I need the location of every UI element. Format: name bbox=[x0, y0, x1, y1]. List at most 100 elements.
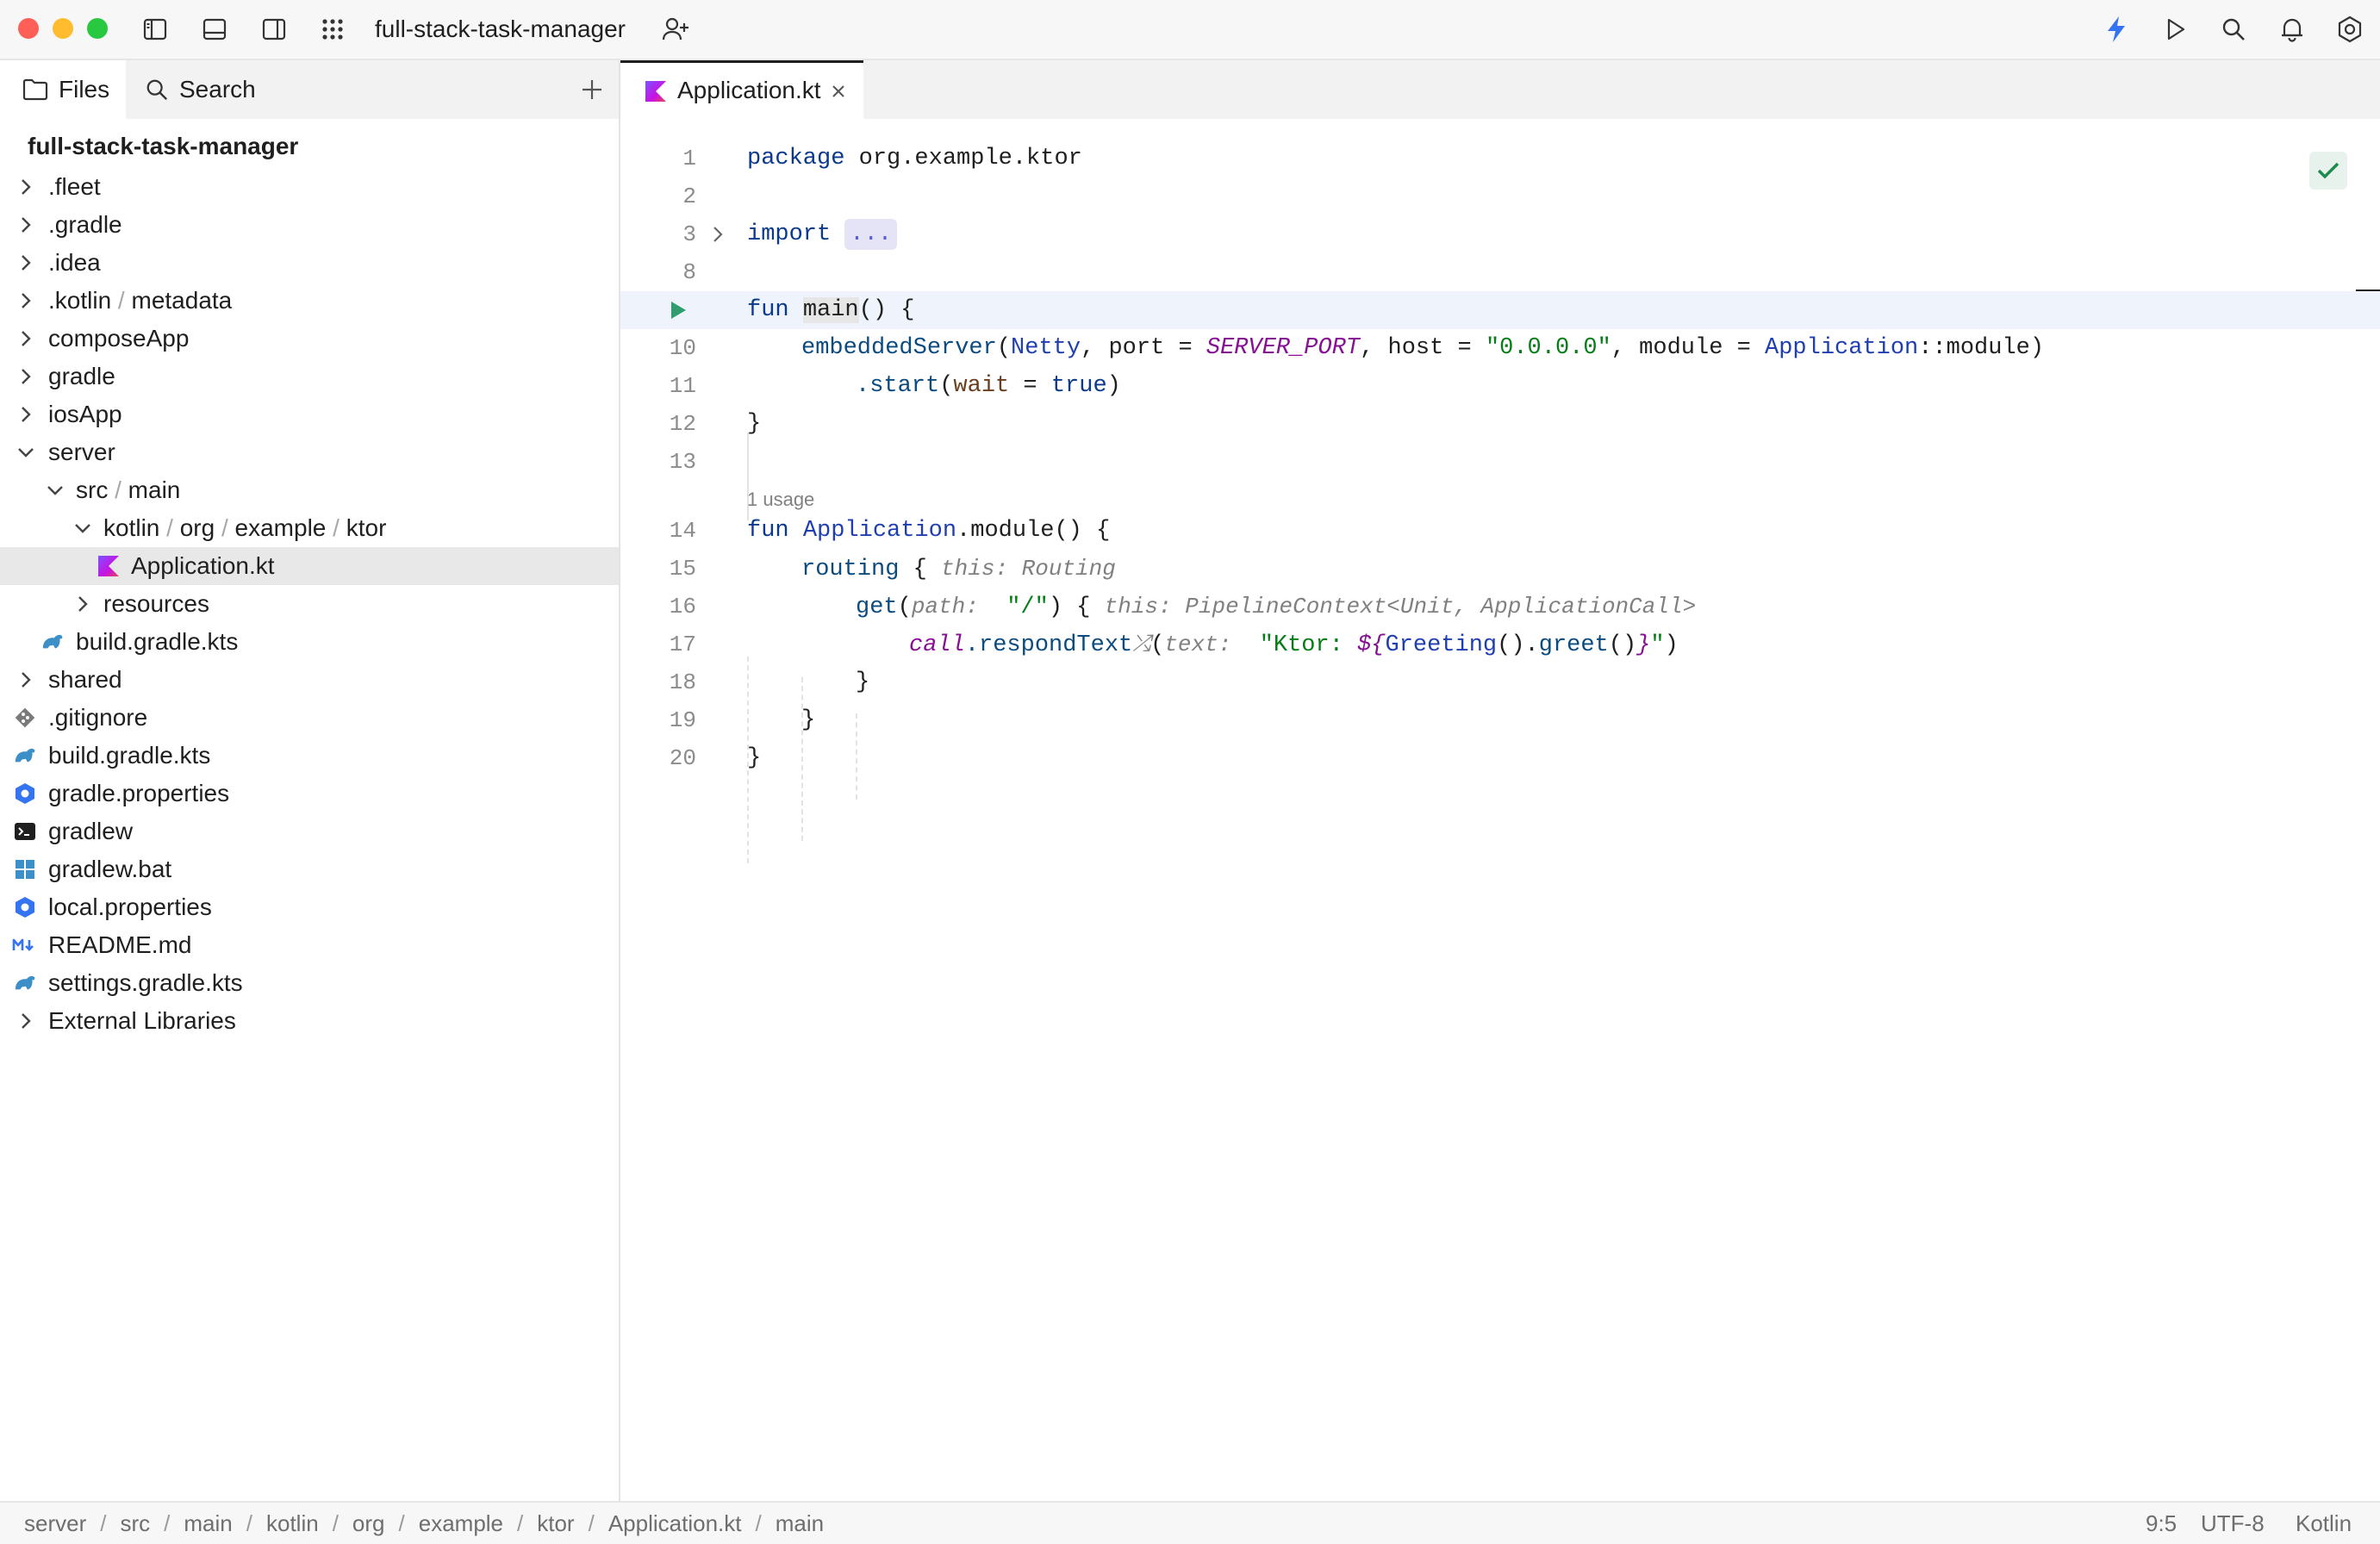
editor-tab-application-kt[interactable]: Application.kt bbox=[620, 60, 863, 119]
tree-item-label: gradle.properties bbox=[48, 780, 230, 806]
tree-item-gradle-properties[interactable]: gradle.properties bbox=[0, 775, 619, 812]
bell-icon[interactable] bbox=[2275, 12, 2309, 47]
tree-item-composeapp[interactable]: composeApp bbox=[0, 320, 619, 358]
status-bar: server / src / main / kotlin / org / example / ktor /… bbox=[0, 1501, 2380, 1544]
line-number: 15 bbox=[669, 556, 696, 582]
breadcrumb-item[interactable]: main bbox=[776, 1510, 824, 1536]
markdown-icon bbox=[12, 934, 38, 956]
tree-item-src-main[interactable]: src / main bbox=[0, 471, 619, 509]
sidebar-right-icon[interactable] bbox=[257, 12, 291, 47]
tree-item-server[interactable]: server bbox=[0, 433, 619, 471]
chevron-right-icon[interactable] bbox=[16, 366, 36, 387]
code-line-15: 15 routing { this: Routing bbox=[620, 550, 2380, 588]
code-text: } bbox=[747, 411, 762, 437]
tree-item-fleet[interactable]: .fleet bbox=[0, 168, 619, 206]
panel-bottom-icon[interactable] bbox=[197, 12, 232, 47]
tree-item-label: composeApp bbox=[48, 325, 190, 352]
gradle-icon bbox=[14, 744, 36, 767]
tree-item-iosapp[interactable]: iosApp bbox=[0, 395, 619, 433]
fold-chevron-icon[interactable] bbox=[712, 226, 724, 243]
chevron-right-icon[interactable] bbox=[72, 594, 93, 614]
minimize-window-button[interactable] bbox=[53, 18, 73, 39]
chevron-right-icon[interactable] bbox=[16, 328, 36, 349]
tree-item-shared[interactable]: shared bbox=[0, 661, 619, 699]
lightning-icon[interactable] bbox=[2099, 12, 2134, 47]
chevron-down-icon[interactable] bbox=[16, 442, 36, 463]
chevron-right-icon[interactable] bbox=[16, 290, 36, 311]
search-icon[interactable] bbox=[2216, 12, 2251, 47]
usage-hint[interactable]: 1 usage bbox=[747, 486, 814, 514]
run-icon[interactable] bbox=[2158, 12, 2192, 47]
tree-item-label: build.gradle.kts bbox=[76, 628, 239, 655]
folded-imports[interactable]: ... bbox=[844, 219, 898, 250]
tree-item-gradle-hidden[interactable]: .gradle bbox=[0, 206, 619, 244]
tab-search[interactable]: Search bbox=[145, 60, 283, 119]
terminal-icon bbox=[14, 820, 36, 843]
tree-item-gradle[interactable]: gradle bbox=[0, 358, 619, 395]
project-root[interactable]: full-stack-task-manager bbox=[28, 129, 298, 164]
zoom-window-button[interactable] bbox=[87, 18, 108, 39]
breadcrumb-item[interactable]: example bbox=[419, 1510, 503, 1536]
apps-grid-icon[interactable] bbox=[315, 12, 350, 47]
gradle-icon bbox=[14, 972, 36, 994]
tree-item-server-build-gradle[interactable]: build.gradle.kts bbox=[0, 623, 619, 661]
cursor-position[interactable]: 9:5 bbox=[2146, 1508, 2177, 1539]
properties-icon bbox=[14, 782, 36, 805]
breadcrumb-item[interactable]: ktor bbox=[537, 1510, 574, 1536]
tree-item-label: Application.kt bbox=[131, 552, 275, 579]
windows-icon bbox=[14, 858, 36, 881]
chevron-right-icon[interactable] bbox=[16, 404, 36, 425]
breadcrumb-item[interactable]: main bbox=[184, 1510, 232, 1536]
breadcrumb-item[interactable]: Application.kt bbox=[608, 1510, 742, 1536]
tree-item-kotlin-metadata[interactable]: .kotlin / metadata bbox=[0, 282, 619, 320]
tree-item-gradlew-bat[interactable]: gradlew.bat bbox=[0, 850, 619, 888]
file-encoding[interactable]: UTF-8 bbox=[2201, 1508, 2265, 1539]
tree-item-idea[interactable]: .idea bbox=[0, 244, 619, 282]
file-language[interactable]: Kotlin bbox=[2296, 1508, 2352, 1539]
search-icon bbox=[145, 78, 169, 102]
code-editor[interactable]: 1 package org.example.ktor 2 3 import ..… bbox=[620, 119, 2380, 1501]
code-line-10: 10 embeddedServer(Netty, port = SERVER_P… bbox=[620, 329, 2380, 367]
close-window-button[interactable] bbox=[18, 18, 39, 39]
chevron-right-icon[interactable] bbox=[16, 1011, 36, 1031]
chevron-down-icon[interactable] bbox=[72, 518, 93, 539]
tree-item-readme[interactable]: README.md bbox=[0, 926, 619, 964]
tree-item-resources[interactable]: resources bbox=[0, 585, 619, 623]
tab-files[interactable]: Files bbox=[0, 60, 126, 119]
line-number: 8 bbox=[682, 259, 696, 285]
breadcrumb-item[interactable]: src bbox=[120, 1510, 150, 1536]
sidebar-left-icon[interactable] bbox=[138, 12, 172, 47]
close-tab-icon[interactable] bbox=[831, 84, 846, 99]
tree-item-settings-gradle[interactable]: settings.gradle.kts bbox=[0, 964, 619, 1002]
tree-item-gradlew[interactable]: gradlew bbox=[0, 812, 619, 850]
chevron-right-icon[interactable] bbox=[16, 252, 36, 273]
chevron-down-icon[interactable] bbox=[45, 480, 65, 501]
add-file-button[interactable] bbox=[575, 72, 609, 107]
project-title[interactable]: full-stack-task-manager bbox=[375, 12, 626, 47]
code-text: package org.example.ktor bbox=[747, 146, 1082, 171]
chevron-right-icon[interactable] bbox=[16, 669, 36, 690]
breadcrumb-item[interactable]: kotlin bbox=[266, 1510, 319, 1536]
tree-item-label: kotlin / org / example / ktor bbox=[103, 514, 387, 541]
chevron-right-icon[interactable] bbox=[16, 177, 36, 197]
tree-item-build-gradle[interactable]: build.gradle.kts bbox=[0, 737, 619, 775]
tree-item-local-properties[interactable]: local.properties bbox=[0, 888, 619, 926]
code-text: fun Application.module() { bbox=[747, 518, 1111, 544]
line-number: 12 bbox=[669, 411, 696, 437]
chevron-right-icon[interactable] bbox=[16, 215, 36, 235]
tree-item-gitignore[interactable]: .gitignore bbox=[0, 699, 619, 737]
breadcrumb-item[interactable]: server bbox=[24, 1510, 86, 1536]
tree-item-external-libraries[interactable]: External Libraries bbox=[0, 1002, 619, 1040]
breadcrumb-item[interactable]: org bbox=[352, 1510, 385, 1536]
code-line-11: 11 .start(wait = true) bbox=[620, 367, 2380, 405]
settings-icon[interactable] bbox=[2333, 12, 2367, 47]
file-sidebar: Files Search full-stack-task-manager .fl… bbox=[0, 60, 620, 1501]
tree-item-kotlin-package[interactable]: kotlin / org / example / ktor bbox=[0, 509, 619, 547]
code-text: } bbox=[801, 707, 816, 733]
tree-item-application-kt[interactable]: Application.kt bbox=[0, 547, 619, 585]
add-user-icon[interactable] bbox=[658, 12, 693, 47]
code-line-2: 2 bbox=[620, 177, 2380, 215]
tree-item-label: External Libraries bbox=[48, 1007, 236, 1034]
git-icon bbox=[14, 707, 36, 729]
run-gutter-icon[interactable] bbox=[669, 300, 688, 321]
